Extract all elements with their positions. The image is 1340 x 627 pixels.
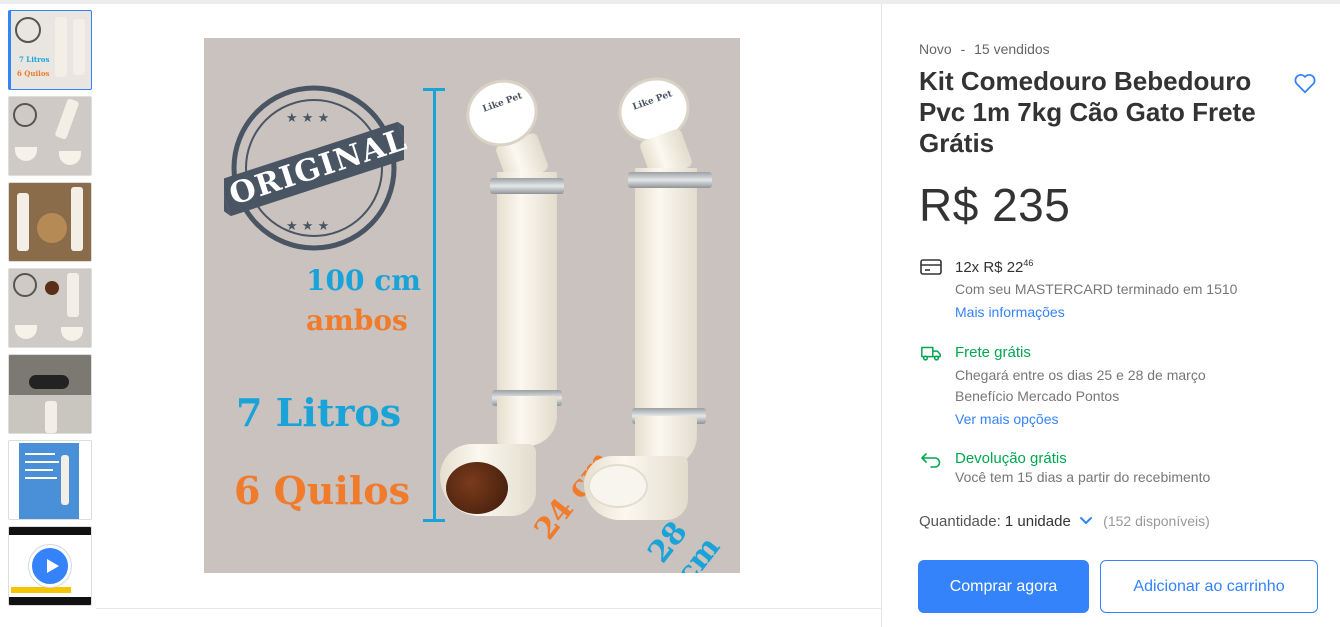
credit-card-icon [920,259,942,275]
thumbnail-4[interactable] [8,268,92,348]
play-icon[interactable] [29,545,71,587]
quantity-selector[interactable]: Quantidade: 1 unidade (152 disponíveis) [919,513,1210,530]
buy-now-button[interactable]: Comprar agora [918,560,1089,613]
gallery-divider [96,608,881,609]
right-clamp-top [628,172,712,188]
installments-main: 12x R$ 22 [955,259,1024,276]
thumbnail-list: 7 Litros 6 Quilos [8,10,92,612]
main-product-image[interactable]: ★ ★ ★ ★ ★ ★ ORIGINAL 100 cm ambos 7 Litr… [204,38,740,573]
add-to-cart-button[interactable]: Adicionar ao carrinho [1100,560,1318,613]
quantity-label: Quantidade: [919,513,1001,530]
heart-icon[interactable] [1292,70,1318,96]
left-pipe-body [497,172,557,400]
thumbnail-5[interactable] [8,354,92,434]
image-weight-text: 6 Quilos [234,468,411,513]
return-arrow-icon [921,453,941,468]
installments-card-note: Com seu MASTERCARD terminado em 1510 [955,281,1238,297]
height-measure-cap-top [423,88,445,91]
shipping-benefit: Benefício Mercado Pontos [955,388,1120,404]
food-bowl-kibble [446,462,508,514]
svg-text:★ ★ ★: ★ ★ ★ [286,219,329,234]
product-condition-line: Novo - 15 vendidos [919,41,1050,57]
thumb-text-weight: 6 Quilos [17,69,50,78]
left-pipe-elbow [497,396,557,446]
thumbnail-2[interactable] [8,96,92,176]
condition-label: Novo [919,41,952,57]
installments-cents: 46 [1023,258,1034,268]
truck-icon [921,346,941,361]
thumb-text-volume: 7 Litros [19,55,50,64]
condition-separator: - [960,41,966,57]
thumbnail-6[interactable] [8,440,92,520]
product-card: 7 Litros 6 Quilos ★ ★ ★ ★ ★ ★ ORIGINAL 1… [0,4,1340,627]
chevron-down-icon[interactable] [1079,516,1093,526]
svg-text:★ ★ ★: ★ ★ ★ [286,111,329,126]
image-volume-text: 7 Litros [236,390,402,435]
image-length-note: ambos [306,304,408,337]
image-length-text: 100 cm [306,264,421,297]
right-pipe-body [635,168,697,418]
more-info-link[interactable]: Mais informações [955,304,1065,320]
thumbnail-video[interactable] [8,526,92,606]
product-title: Kit Comedouro Bebedouro Pvc 1m 7kg Cão G… [919,66,1256,158]
height-measure-line [433,88,436,522]
panel-divider [881,4,882,627]
left-clamp-top [490,178,564,194]
installments-text: 12x R$ 2246 [955,258,1033,276]
thumbnail-1[interactable]: 7 Litros 6 Quilos [8,10,92,90]
free-shipping-title: Frete grátis [955,344,1031,361]
free-return-title: Devolução grátis [955,450,1067,467]
quantity-available: (152 disponíveis) [1103,513,1210,529]
water-bowl [588,464,648,508]
sold-count: 15 vendidos [974,41,1050,57]
quantity-value[interactable]: 1 unidade [1005,513,1071,530]
height-measure-cap-bottom [423,519,445,522]
shipping-arrival: Chegará entre os dias 25 e 28 de março [955,367,1206,383]
thumbnail-3[interactable] [8,182,92,262]
product-price: R$ 235 [919,179,1071,231]
more-shipping-options-link[interactable]: Ver mais opções [955,411,1059,427]
return-note: Você tem 15 dias a partir do recebimento [955,469,1211,485]
